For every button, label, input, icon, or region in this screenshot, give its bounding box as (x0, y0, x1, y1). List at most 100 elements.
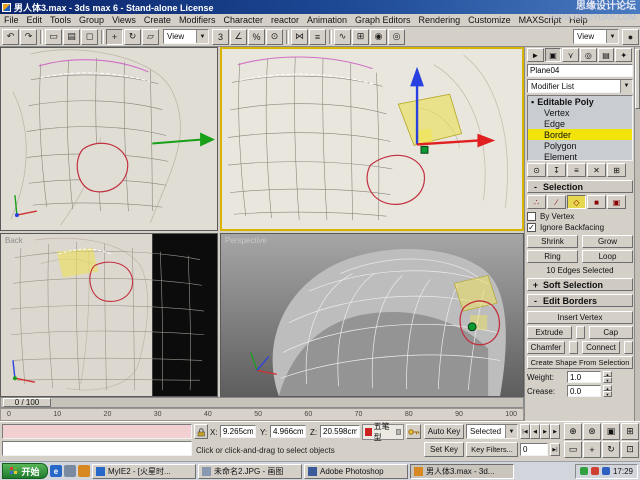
border-subobject-button[interactable]: ◇ (567, 195, 586, 209)
align-button[interactable]: ≡ (309, 28, 326, 45)
time-slider[interactable]: 0 / 100 (0, 397, 524, 408)
tab-hierarchy[interactable]: ⋎ (562, 48, 580, 62)
menu-item-customize[interactable]: Customize (464, 15, 515, 25)
render-scene-button[interactable]: ◎ (388, 28, 405, 45)
taskbar-task-photoshop[interactable]: Adobe Photoshop (304, 463, 408, 479)
rollout-soft-selection-header[interactable]: + Soft Selection (527, 278, 633, 291)
coordinate-system-dropdown[interactable]: View ▼ (163, 29, 209, 44)
play-button[interactable]: ▶ (540, 424, 550, 439)
vertex-subobject-button[interactable]: ∴ (527, 195, 546, 209)
frame-field[interactable] (520, 443, 548, 456)
viewport-perspective[interactable]: Perspective (220, 233, 524, 397)
element-subobject-button[interactable]: ▣ (607, 195, 626, 209)
menu-item-maxscript[interactable]: MAXScript (515, 15, 566, 25)
by-vertex-checkbox[interactable] (527, 212, 536, 221)
material-editor-button[interactable]: ◉ (370, 28, 387, 45)
go-to-start-button[interactable]: |◀ (520, 424, 530, 439)
arc-rotate-button[interactable]: ↻ (602, 441, 620, 458)
select-and-scale-button[interactable]: ▱ (142, 28, 159, 45)
tab-utilities[interactable]: ✦ (615, 48, 633, 62)
taskbar-task-browser[interactable]: MyIE2 - [火星时... (92, 463, 196, 479)
viewport-back[interactable]: Back (0, 233, 218, 397)
auto-key-button[interactable]: Auto Key (424, 424, 464, 439)
zoom-all-button[interactable]: ⊛ (583, 423, 601, 440)
select-and-move-button[interactable]: + (106, 28, 123, 45)
coord-z-field[interactable] (320, 425, 360, 438)
menu-item-graph-editors[interactable]: Graph Editors (351, 15, 415, 25)
tray-icon-red[interactable] (590, 467, 599, 475)
redo-button[interactable]: ↷ (20, 28, 37, 45)
menu-item-character[interactable]: Character (219, 15, 267, 25)
viewport-top-right[interactable] (220, 47, 524, 231)
selection-lock-toggle[interactable] (194, 424, 208, 439)
shrink-button[interactable]: Shrink (527, 235, 578, 248)
chamfer-button[interactable]: Chamfer (527, 341, 565, 354)
create-shape-button[interactable]: Create Shape From Selection (527, 356, 633, 369)
show-end-result-button[interactable]: ↧ (547, 163, 566, 177)
cap-button[interactable]: Cap (588, 326, 633, 339)
schematic-view-button[interactable]: ⊞ (352, 28, 369, 45)
ignore-backfacing-checkbox[interactable]: ✓ (527, 223, 536, 232)
selection-region-button[interactable]: ◻ (81, 28, 98, 45)
snap-toggle-button[interactable]: 3 (212, 28, 229, 45)
select-by-name-button[interactable]: ▤ (63, 28, 80, 45)
macro-recorder-field[interactable] (2, 424, 192, 439)
spinner-snap-button[interactable]: ⊙ (266, 28, 283, 45)
loop-button[interactable]: Loop (582, 250, 633, 263)
connect-button[interactable]: Connect (582, 341, 620, 354)
connect-settings-button[interactable] (624, 341, 633, 354)
taskbar-task-paint[interactable]: 未命名2.JPG - 画图 (198, 463, 302, 479)
render-type-dropdown[interactable]: View ▼ (573, 29, 619, 44)
menu-item-modifiers[interactable]: Modifiers (175, 15, 220, 25)
keyset-dropdown[interactable]: Selected ▼ (466, 424, 518, 439)
rollout-edit-borders-header[interactable]: - Edit Borders (527, 294, 633, 307)
zoom-button[interactable]: ⊕ (564, 423, 582, 440)
viewport-top-left[interactable] (0, 47, 218, 231)
crease-spinner-down[interactable]: ▼ (603, 391, 612, 397)
mirror-button[interactable]: ⋈ (291, 28, 308, 45)
tray-icon-blue[interactable] (601, 467, 610, 475)
percent-snap-button[interactable]: % (248, 28, 265, 45)
stack-item-editable-poly[interactable]: ▪ Editable Poly (528, 96, 632, 107)
tray-icon-green[interactable] (579, 467, 588, 475)
maximize-viewport-button[interactable]: ⊡ (621, 441, 639, 458)
weight-spinner-down[interactable]: ▼ (603, 377, 612, 383)
stack-item-polygon[interactable]: Polygon (528, 140, 632, 151)
gizmo-center-handle[interactable] (467, 322, 477, 332)
weight-field[interactable] (567, 371, 601, 383)
stack-item-edge[interactable]: Edge (528, 118, 632, 129)
key-filters-button[interactable]: Key Filters... (466, 442, 518, 457)
quick-launch-browser[interactable]: e (50, 465, 62, 477)
stack-item-border[interactable]: Border (528, 129, 632, 140)
panel-scrollbar-thumb[interactable] (635, 49, 640, 109)
tab-motion[interactable]: ◎ (580, 48, 597, 62)
start-button[interactable]: 开始 (2, 463, 48, 479)
ime-toolbar[interactable]: 五笔型 (362, 422, 404, 442)
polygon-subobject-button[interactable]: ■ (587, 195, 606, 209)
menu-item-help[interactable]: Help (565, 15, 592, 25)
configure-modifier-sets-button[interactable]: ⊞ (607, 163, 626, 177)
coord-x-field[interactable] (220, 425, 256, 438)
quick-launch-desktop[interactable] (64, 465, 76, 477)
zoom-extents-button[interactable]: ▣ (602, 423, 620, 440)
next-frame-button[interactable]: ▶ (550, 424, 560, 439)
pin-stack-button[interactable]: ⊙ (527, 163, 546, 177)
time-slider-handle[interactable]: 0 / 100 (3, 398, 51, 407)
previous-frame-button[interactable]: ◀ (530, 424, 540, 439)
modifier-list-dropdown[interactable]: Modifier List ▼ (527, 79, 633, 93)
remove-modifier-button[interactable]: ✕ (587, 163, 606, 177)
menu-item-views[interactable]: Views (108, 15, 140, 25)
menu-item-rendering[interactable]: Rendering (415, 15, 465, 25)
quick-launch-media[interactable] (78, 465, 90, 477)
set-key-mode-button[interactable] (406, 424, 421, 439)
track-bar[interactable]: 0 10 20 30 40 50 60 70 80 90 100 (0, 408, 524, 421)
menu-item-edit[interactable]: Edit (23, 15, 47, 25)
extrude-button[interactable]: Extrude (527, 326, 572, 339)
menu-item-tools[interactable]: Tools (46, 15, 75, 25)
tab-create[interactable]: ► (527, 48, 544, 62)
menu-item-create[interactable]: Create (140, 15, 175, 25)
insert-vertex-button[interactable]: Insert Vertex (527, 311, 633, 324)
curve-editor-button[interactable]: ∿ (334, 28, 351, 45)
set-key-button[interactable]: Set Key (424, 442, 464, 457)
stack-item-element[interactable]: Element (528, 151, 632, 161)
